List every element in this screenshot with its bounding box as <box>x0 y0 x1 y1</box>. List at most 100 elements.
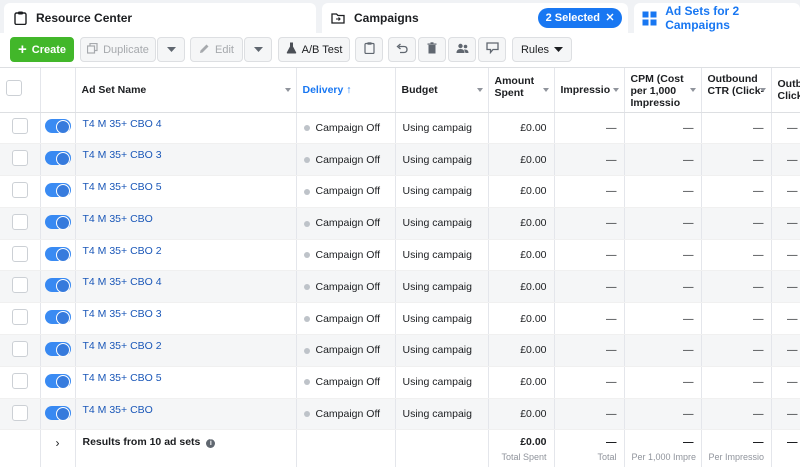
impressions-cell: — <box>554 143 625 177</box>
row-status-toggle[interactable] <box>44 341 71 357</box>
row-checkbox[interactable] <box>11 181 28 198</box>
delivery-status: Campaign Off <box>315 249 381 262</box>
table-row[interactable]: T4 M 35+ CBO Campaign Off Using campaig £0.… <box>0 207 800 240</box>
summary-ctr: — Per Impressio <box>701 429 772 467</box>
ad-set-name-link[interactable]: T4 M 35+ CBO <box>75 398 297 431</box>
summary-spent-sub: Total Spent <box>501 452 547 463</box>
column-header-delivery-label: Delivery <box>302 83 344 96</box>
audience-button[interactable] <box>448 37 476 62</box>
column-header-budget[interactable]: Budget <box>395 68 489 113</box>
close-icon[interactable] <box>606 12 614 24</box>
row-status-toggle[interactable] <box>44 278 71 294</box>
row-status-toggle[interactable] <box>44 182 71 198</box>
summary-cpm-sub: Per 1,000 Impre <box>631 452 697 463</box>
ad-set-name-link[interactable]: T4 M 35+ CBO 5 <box>75 366 297 399</box>
budget-cell[interactable]: Using campaig <box>395 270 489 304</box>
outbound-clicks-cell: — <box>771 270 800 304</box>
row-status-toggle[interactable] <box>44 373 71 389</box>
edit-button[interactable]: Edit <box>190 37 243 62</box>
table-row[interactable]: T4 M 35+ CBO 4 Campaign Off Using campaig £… <box>0 270 800 304</box>
toolbar: + Create Duplicate Edit A/B Test Rules <box>0 33 800 68</box>
row-checkbox[interactable] <box>11 118 28 135</box>
row-status-toggle[interactable] <box>44 151 71 167</box>
tab-resource-center[interactable]: Resource Center <box>4 3 316 33</box>
budget-cell[interactable]: Using campaig <box>395 143 489 177</box>
budget-cell[interactable]: Using campaig <box>395 366 489 399</box>
chevron-right-icon[interactable]: › <box>56 436 60 450</box>
row-checkbox[interactable] <box>11 372 28 389</box>
ad-set-name-link[interactable]: T4 M 35+ CBO 3 <box>75 302 297 336</box>
column-header-impressions[interactable]: Impressio <box>554 68 625 113</box>
row-checkbox[interactable] <box>11 245 28 262</box>
delivery-status: Campaign Off <box>315 280 381 293</box>
row-toggle-cell <box>40 334 76 367</box>
column-header-cpm[interactable]: CPM (Cost per 1,000 Impressio <box>624 68 702 113</box>
summary-budget <box>395 429 489 467</box>
row-status-toggle[interactable] <box>44 405 71 421</box>
duplicate-button[interactable]: Duplicate <box>80 37 156 62</box>
ad-set-name-link[interactable]: T4 M 35+ CBO 4 <box>75 270 297 304</box>
row-checkbox[interactable] <box>11 150 28 167</box>
table-row[interactable]: T4 M 35+ CBO 2 Campaign Off Using campaig £… <box>0 239 800 272</box>
amount-spent-cell: £0.00 <box>488 143 555 177</box>
duplicate-dropdown-button[interactable] <box>157 37 185 62</box>
row-checkbox[interactable] <box>11 309 28 326</box>
ad-set-name-link[interactable]: T4 M 35+ CBO 4 <box>75 112 297 145</box>
ad-set-name-link[interactable]: T4 M 35+ CBO <box>75 207 297 240</box>
column-header-outbound-ctr[interactable]: Outbound CTR (Click- <box>701 68 772 113</box>
create-button[interactable]: + Create <box>10 37 74 62</box>
budget-cell[interactable]: Using campaig <box>395 207 489 240</box>
column-header-amount-spent[interactable]: Amount Spent <box>488 68 555 113</box>
ab-test-button[interactable]: A/B Test <box>278 37 350 62</box>
row-checkbox[interactable] <box>11 340 28 357</box>
outbound-clicks-cell: — <box>771 302 800 336</box>
row-checkbox[interactable] <box>11 213 28 230</box>
select-all-checkbox[interactable] <box>6 80 22 97</box>
table-row[interactable]: T4 M 35+ CBO Campaign Off Using campaig £0.… <box>0 398 800 431</box>
outbound-clicks-cell: — <box>771 398 800 431</box>
rules-button[interactable]: Rules <box>512 37 572 62</box>
preview-button[interactable] <box>478 37 506 62</box>
table-row[interactable]: T4 M 35+ CBO 3 Campaign Off Using campaig £… <box>0 302 800 336</box>
table-row[interactable]: T4 M 35+ CBO 3 Campaign Off Using campaig £… <box>0 143 800 177</box>
column-header-delivery[interactable]: Delivery ↑ <box>296 68 396 113</box>
report-button[interactable] <box>355 37 383 62</box>
undo-button[interactable] <box>388 37 416 62</box>
column-header-name[interactable]: Ad Set Name <box>75 68 297 113</box>
table-row[interactable]: T4 M 35+ CBO 5 Campaign Off Using campaig £… <box>0 366 800 399</box>
row-checkbox[interactable] <box>11 277 28 294</box>
budget-cell[interactable]: Using campaig <box>395 175 489 208</box>
delivery-status: Campaign Off <box>315 153 381 166</box>
budget-cell[interactable]: Using campaig <box>395 302 489 336</box>
budget-cell[interactable]: Using campaig <box>395 334 489 367</box>
tab-campaigns[interactable]: Campaigns 2 Selected <box>322 3 628 33</box>
table-row[interactable]: T4 M 35+ CBO 5 Campaign Off Using campaig £… <box>0 175 800 208</box>
row-status-toggle[interactable] <box>44 214 71 230</box>
table-row[interactable]: T4 M 35+ CBO 2 Campaign Off Using campaig £… <box>0 334 800 367</box>
row-checkbox[interactable] <box>11 404 28 421</box>
row-status-toggle[interactable] <box>44 246 71 262</box>
row-status-toggle[interactable] <box>44 119 71 135</box>
table-row[interactable]: T4 M 35+ CBO 4 Campaign Off Using campaig £… <box>0 112 800 145</box>
delivery-cell: Campaign Off <box>296 334 396 367</box>
amount-spent-cell: £0.00 <box>488 302 555 336</box>
edit-dropdown-button[interactable] <box>244 37 272 62</box>
status-dot-icon <box>303 220 310 227</box>
ad-set-name-link[interactable]: T4 M 35+ CBO 5 <box>75 175 297 208</box>
budget-cell[interactable]: Using campaig <box>395 398 489 431</box>
summary-expand[interactable]: › <box>40 429 76 467</box>
info-icon[interactable]: i <box>206 439 216 449</box>
row-status-toggle[interactable] <box>44 310 71 326</box>
selected-badge[interactable]: 2 Selected <box>537 8 622 28</box>
row-toggle-cell <box>40 207 76 240</box>
budget-cell[interactable]: Using campaig <box>395 112 489 145</box>
column-header-outbound-clicks[interactable]: Outbo Click <box>771 68 800 113</box>
ad-set-name-link[interactable]: T4 M 35+ CBO 3 <box>75 143 297 177</box>
ad-set-name-link[interactable]: T4 M 35+ CBO 2 <box>75 334 297 367</box>
ad-set-name-link[interactable]: T4 M 35+ CBO 2 <box>75 239 297 272</box>
budget-cell[interactable]: Using campaig <box>395 239 489 272</box>
create-button-label: Create <box>31 43 66 56</box>
tab-ad-sets[interactable]: Ad Sets for 2 Campaigns <box>634 3 800 33</box>
delete-button[interactable] <box>418 37 446 62</box>
plus-icon: + <box>17 41 27 58</box>
